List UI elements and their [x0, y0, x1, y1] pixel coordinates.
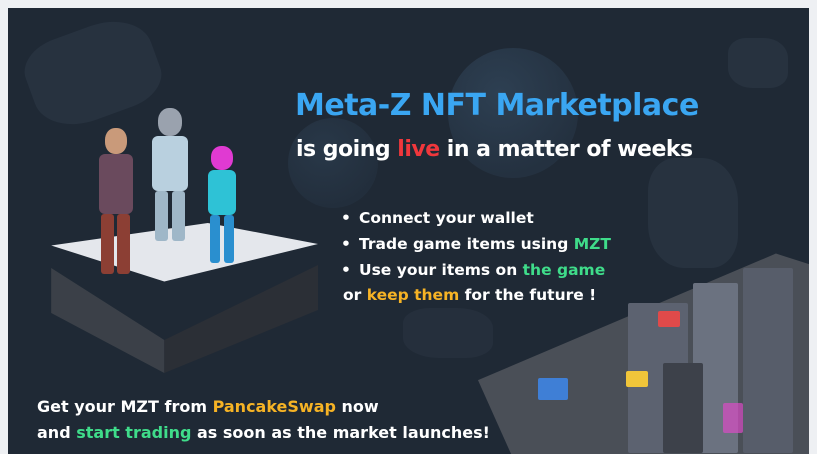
character-platform [28, 223, 318, 373]
promo-banner: Meta-Z NFT Marketplace is going live in … [8, 8, 809, 454]
bg-coin-decoration [288, 118, 378, 208]
red-car [658, 311, 680, 327]
pancakeswap-highlight: PancakeSwap [212, 397, 336, 416]
launch-subtitle: is going live in a matter of weeks [296, 137, 693, 162]
list-item: • Use your items on the game [341, 261, 606, 279]
start-trading-highlight: start trading [76, 423, 192, 442]
feature-list-continuation: or keep them for the future ! [343, 286, 597, 304]
character-warrior [93, 128, 143, 278]
blue-car [538, 378, 568, 400]
footer-line-2: and start trading as soon as the market … [37, 423, 490, 442]
footer-line-1: Get your MZT from PancakeSwap now [37, 397, 379, 416]
character-gentleman [146, 108, 196, 243]
live-highlight: live [397, 137, 440, 162]
list-item: • Trade game items using MZT [341, 235, 611, 253]
character-girl [203, 146, 243, 266]
feature-list: • Connect your wallet • Trade game items u… [341, 208, 671, 286]
marketplace-title: Meta-Z NFT Marketplace [295, 88, 699, 123]
yellow-car [626, 371, 648, 387]
bg-rock-decoration [728, 38, 788, 88]
list-item: • Connect your wallet [341, 209, 534, 227]
